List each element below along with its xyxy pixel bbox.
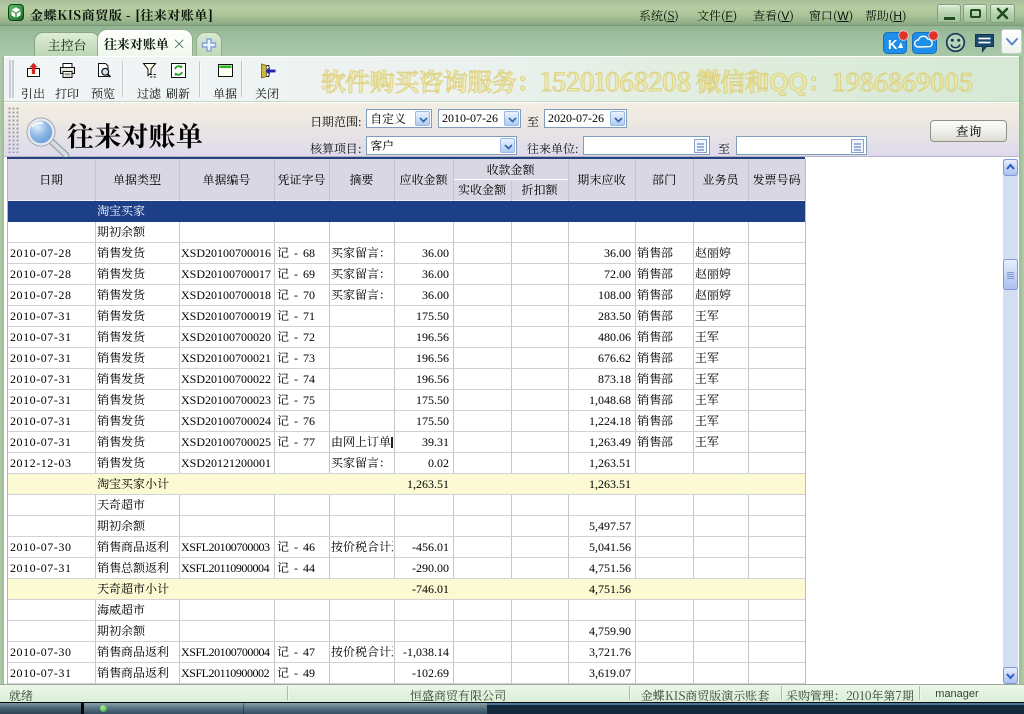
svg-text:K: K	[888, 37, 898, 52]
